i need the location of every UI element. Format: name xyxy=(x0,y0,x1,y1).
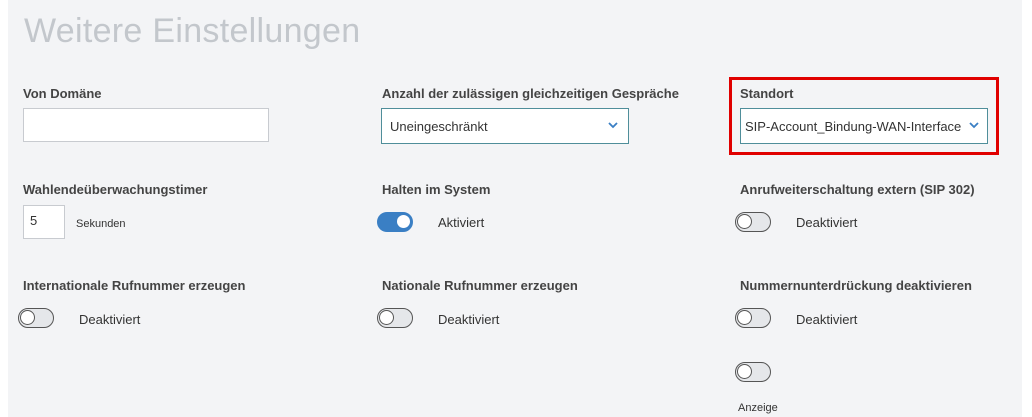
call-forward-external-state: Deaktiviert xyxy=(796,215,858,230)
call-forward-external-label: Anrufweiterschaltung extern (SIP 302) xyxy=(740,182,975,197)
display-toggle[interactable] xyxy=(735,362,771,382)
max-calls-label: Anzahl der zulässigen gleichzeitigen Ges… xyxy=(382,86,679,101)
settings-panel xyxy=(8,0,1022,417)
toggle-knob xyxy=(20,310,35,325)
hold-in-system-toggle[interactable] xyxy=(377,212,413,232)
international-number-label: Internationale Rufnummer erzeugen xyxy=(23,278,246,293)
toggle-knob xyxy=(379,310,394,325)
international-number-toggle[interactable] xyxy=(18,308,54,328)
dial-timer-label: Wahlendeüberwachungstimer xyxy=(23,182,208,197)
page-title: Weitere Einstellungen xyxy=(24,12,361,50)
hold-in-system-state: Aktiviert xyxy=(438,215,485,230)
chevron-down-icon xyxy=(608,122,618,129)
display-label: Anzeige xyxy=(738,402,778,414)
from-domain-label: Von Domäne xyxy=(23,86,102,101)
national-number-label: Nationale Rufnummer erzeugen xyxy=(382,278,578,293)
number-suppression-toggle[interactable] xyxy=(735,308,771,328)
max-calls-select[interactable]: Uneingeschränkt xyxy=(381,108,629,144)
from-domain-input[interactable] xyxy=(23,108,269,142)
max-calls-value: Uneingeschränkt xyxy=(390,118,488,134)
national-number-state: Deaktiviert xyxy=(438,312,500,327)
toggle-knob xyxy=(396,214,411,229)
call-forward-external-toggle[interactable] xyxy=(735,212,771,232)
toggle-knob xyxy=(737,214,752,229)
dial-timer-unit: Sekunden xyxy=(76,218,126,230)
hold-in-system-label: Halten im System xyxy=(382,182,491,197)
national-number-toggle[interactable] xyxy=(377,308,413,328)
toggle-knob xyxy=(737,310,752,325)
location-highlight-box xyxy=(729,77,999,155)
toggle-knob xyxy=(737,364,752,379)
number-suppression-state: Deaktiviert xyxy=(796,312,858,327)
number-suppression-label: Nummernunterdrückung deaktivieren xyxy=(740,278,972,293)
international-number-state: Deaktiviert xyxy=(79,312,141,327)
dial-timer-input[interactable]: 5 xyxy=(23,205,65,239)
